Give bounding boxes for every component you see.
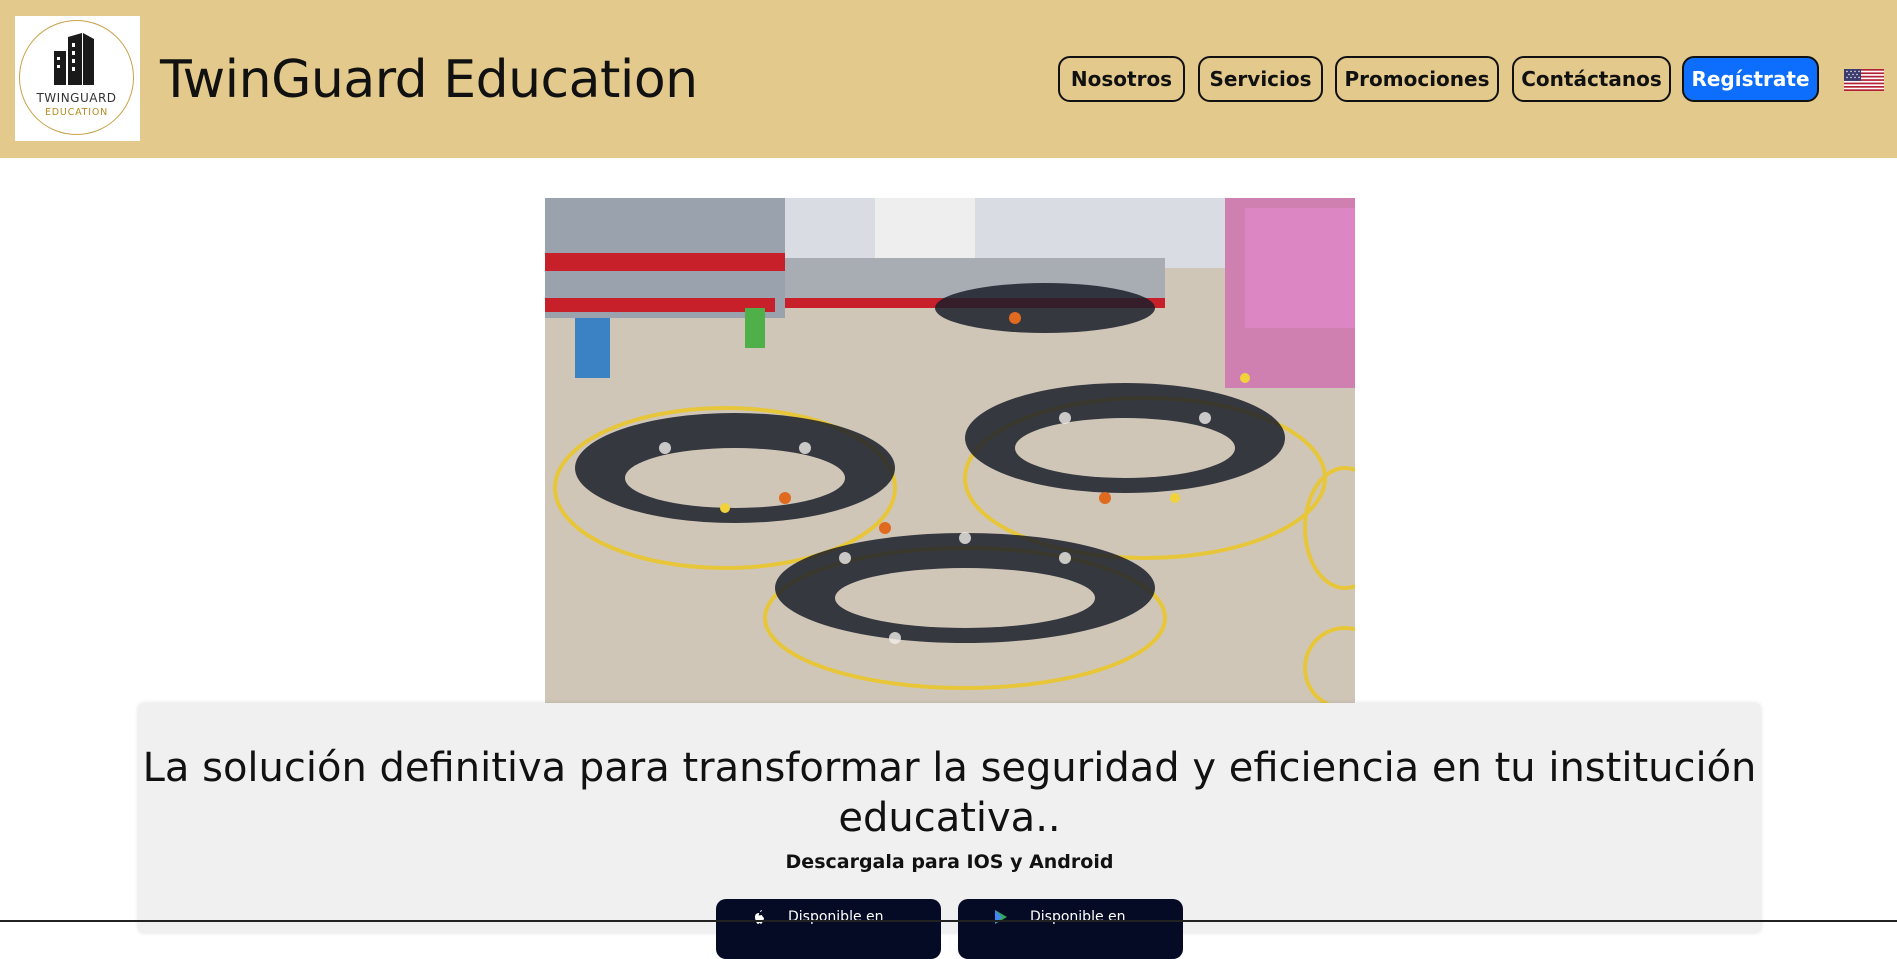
logo[interactable]: TWINGUARD EDUCATION [15,16,140,141]
logo-text-secondary: EDUCATION [44,107,109,118]
us-flag-icon[interactable] [1844,69,1884,91]
register-button[interactable]: Regístrate [1682,56,1819,102]
nav-contactanos-button[interactable]: Contáctanos [1512,56,1671,102]
google-play-label: Disponible en [1030,909,1126,925]
hero-panel: La solución definitiva para transformar … [138,703,1761,959]
google-play-button[interactable]: Disponible en [958,899,1183,959]
hero-image [545,198,1355,704]
nav-promociones-button[interactable]: Promociones [1335,56,1499,102]
apple-icon [755,910,764,924]
logo-circle: TWINGUARD EDUCATION [19,20,134,135]
nav-nosotros-button[interactable]: Nosotros [1058,56,1185,102]
hero-photo [545,198,1355,704]
download-subheading: Descargala para IOS y Android [785,851,1114,873]
site-header: TWINGUARD EDUCATION TwinGuard Education … [0,0,1897,158]
building-icon [54,33,94,85]
app-store-label: Disponible en [788,909,884,925]
headline: La solución definitiva para transformar … [142,745,1757,841]
brand-title: TwinGuard Education [160,50,698,110]
logo-text-primary: TWINGUARD [36,91,117,105]
app-store-button[interactable]: Disponible en [716,899,941,959]
google-play-icon [995,910,1007,924]
nav-servicios-button[interactable]: Servicios [1198,56,1323,102]
